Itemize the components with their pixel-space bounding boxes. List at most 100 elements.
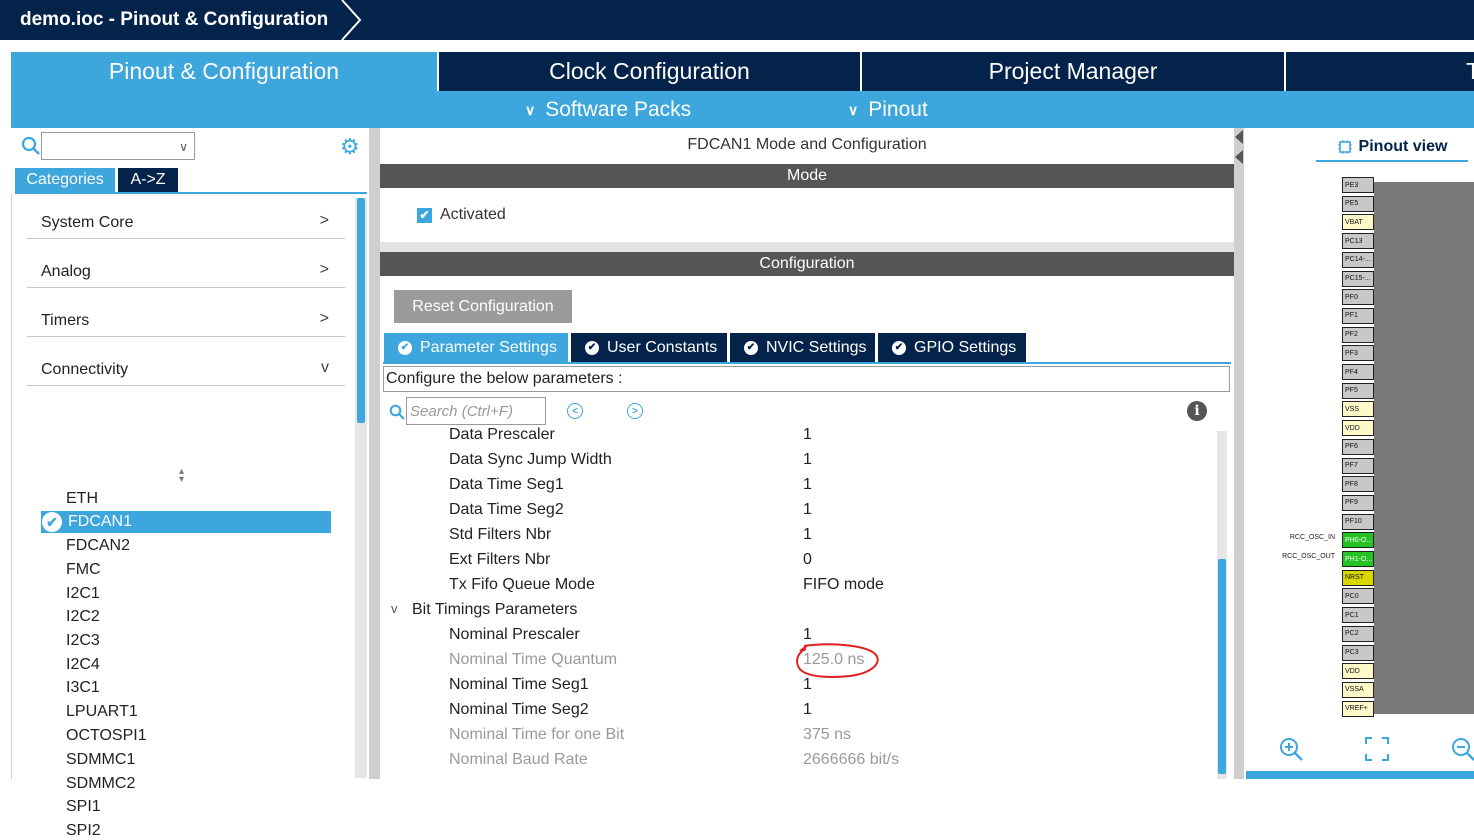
pin-pc14[interactable]: PC14-... [1342, 251, 1374, 268]
checkbox-checked-icon[interactable]: ✔ [417, 207, 432, 223]
param-value[interactable]: 1 [803, 701, 812, 719]
tab-parameter-settings[interactable]: ✔ Parameter Settings [384, 333, 568, 362]
list-item-sdmmc2[interactable]: SDMMC2 [66, 775, 135, 793]
category-system-core[interactable]: System Core > [27, 194, 345, 239]
zoom-out-icon[interactable] [1450, 736, 1474, 769]
pin-ph0-o[interactable]: PH0-O... [1342, 532, 1374, 549]
list-item-eth[interactable]: ETH [66, 490, 98, 508]
param-row[interactable]: Data Time Seg2 1 [380, 498, 1210, 523]
left-scrollbar-thumb[interactable] [357, 198, 365, 423]
fit-to-screen-icon[interactable] [1364, 736, 1390, 769]
pin-vdd[interactable]: VDD [1342, 420, 1374, 437]
pin-pf8[interactable]: PF8 [1342, 476, 1374, 493]
param-value[interactable]: 1 [803, 626, 812, 644]
pin-pf3[interactable]: PF3 [1342, 345, 1374, 362]
param-row[interactable]: Data Time Seg1 1 [380, 473, 1210, 498]
pin-ph1-o[interactable]: PH1-O... [1342, 551, 1374, 567]
search-combo[interactable]: ∨ [41, 132, 195, 160]
info-icon[interactable]: i [1187, 401, 1207, 421]
param-row[interactable]: Tx Fifo Queue Mode FIFO mode [380, 573, 1210, 598]
list-item-lpuart1[interactable]: LPUART1 [66, 703, 138, 721]
param-value[interactable]: 1 [803, 476, 812, 494]
pin-vbat[interactable]: VBAT [1342, 214, 1374, 231]
software-packs-menu[interactable]: ∨ Software Packs [525, 98, 691, 122]
tab-categories[interactable]: Categories [15, 168, 115, 192]
list-item-octospi1[interactable]: OCTOSPI1 [66, 727, 147, 745]
search-previous-icon[interactable]: < [567, 403, 583, 419]
pin-vssa[interactable]: VSSA [1342, 681, 1374, 698]
param-row[interactable]: Data Sync Jump Width 1 [380, 448, 1210, 473]
pin-vref[interactable]: VREF+ [1342, 700, 1374, 717]
category-timers[interactable]: Timers > [27, 292, 345, 337]
pin-pf5[interactable]: PF5 [1342, 382, 1374, 399]
param-value[interactable]: 1 [803, 451, 812, 469]
param-row[interactable]: Std Filters Nbr 1 [380, 523, 1210, 548]
list-item-spi2[interactable]: SPI2 [66, 822, 101, 840]
param-row[interactable]: Nominal Time Seg2 1 [380, 698, 1210, 723]
sort-icon[interactable]: ▴ ▾ [179, 467, 184, 485]
list-item-spi1[interactable]: SPI1 [66, 798, 101, 816]
tab-user-constants[interactable]: ✔ User Constants [571, 333, 727, 362]
pin-pf2[interactable]: PF2 [1342, 326, 1374, 343]
pin-pe3[interactable]: PE3 [1342, 177, 1374, 193]
right-splitter[interactable] [1234, 128, 1244, 779]
tab-tools[interactable]: T [1286, 52, 1474, 91]
tab-project-manager[interactable]: Project Manager [862, 52, 1284, 91]
param-value[interactable]: FIFO mode [803, 576, 884, 594]
params-scrollbar-thumb[interactable] [1218, 559, 1226, 774]
gear-icon[interactable]: ⚙ [340, 134, 360, 160]
list-item-i2c3[interactable]: I2C3 [66, 632, 100, 650]
zoom-in-icon[interactable] [1278, 736, 1304, 769]
param-row[interactable]: Ext Filters Nbr 0 [380, 548, 1210, 573]
list-item-fdcan1[interactable]: ✔ FDCAN1 [41, 511, 331, 533]
pin-pf4[interactable]: PF4 [1342, 364, 1374, 380]
search-next-icon[interactable]: > [627, 403, 643, 419]
search-input[interactable]: Search (Ctrl+F) [406, 397, 546, 425]
pin-pc1[interactable]: PC1 [1342, 607, 1374, 624]
collapse-arrow-icon[interactable] [1235, 130, 1243, 144]
pin-pc13[interactable]: PC13 [1342, 233, 1374, 250]
pin-pc15[interactable]: PC15-... [1342, 270, 1374, 287]
param-value[interactable]: 1 [803, 526, 812, 544]
pin-pf10[interactable]: PF10 [1342, 513, 1374, 530]
chevron-down-icon[interactable]: ∨ [179, 140, 188, 154]
list-item-i3c1[interactable]: I3C1 [66, 679, 100, 697]
left-scrollbar[interactable] [355, 198, 367, 778]
list-item-fdcan2[interactable]: FDCAN2 [66, 537, 130, 555]
tab-pinout-view[interactable]: Pinout view [1316, 134, 1468, 160]
pin-pc3[interactable]: PC3 [1342, 644, 1374, 661]
param-value[interactable]: 0 [803, 551, 812, 569]
category-connectivity[interactable]: Connectivity v [27, 341, 345, 386]
pin-nrst[interactable]: NRST [1342, 569, 1374, 586]
pin-pf0[interactable]: PF0 [1342, 289, 1374, 306]
pin-vss[interactable]: VSS [1342, 401, 1374, 418]
chevron-down-icon[interactable]: v [391, 601, 398, 616]
tab-clock-configuration[interactable]: Clock Configuration [439, 52, 860, 91]
param-value[interactable]: 1 [803, 426, 812, 444]
tab-a-to-z[interactable]: A->Z [118, 168, 178, 192]
pin-pf1[interactable]: PF1 [1342, 307, 1374, 324]
pin-pc2[interactable]: PC2 [1342, 625, 1374, 642]
pin-pf6[interactable]: PF6 [1342, 438, 1374, 455]
left-splitter[interactable] [369, 128, 380, 779]
pin-pf9[interactable]: PF9 [1342, 494, 1374, 511]
pin-pe5[interactable]: PE5 [1342, 195, 1374, 212]
list-item-i2c2[interactable]: I2C2 [66, 608, 100, 626]
list-item-i2c1[interactable]: I2C1 [66, 585, 100, 603]
category-analog[interactable]: Analog > [27, 243, 345, 288]
param-row[interactable]: Data Prescaler 1 [380, 423, 1210, 448]
pin-pf7[interactable]: PF7 [1342, 457, 1374, 474]
group-bit-timings[interactable]: v Bit Timings Parameters [380, 598, 1210, 623]
list-item-fmc[interactable]: FMC [66, 561, 101, 579]
tab-gpio-settings[interactable]: ✔ GPIO Settings [878, 333, 1026, 362]
pinout-menu[interactable]: ∨ Pinout [848, 98, 928, 122]
activated-checkbox[interactable]: ✔ Activated [417, 206, 506, 224]
reset-configuration-button[interactable]: Reset Configuration [394, 290, 572, 323]
tab-pinout-configuration[interactable]: Pinout & Configuration [11, 52, 437, 91]
list-item-i2c4[interactable]: I2C4 [66, 656, 100, 674]
tab-nvic-settings[interactable]: ✔ NVIC Settings [730, 333, 875, 362]
list-item-sdmmc1[interactable]: SDMMC1 [66, 751, 135, 769]
pin-pc0[interactable]: PC0 [1342, 588, 1374, 605]
pin-vdd[interactable]: VDD [1342, 663, 1374, 680]
collapse-arrow-icon[interactable] [1235, 150, 1243, 164]
